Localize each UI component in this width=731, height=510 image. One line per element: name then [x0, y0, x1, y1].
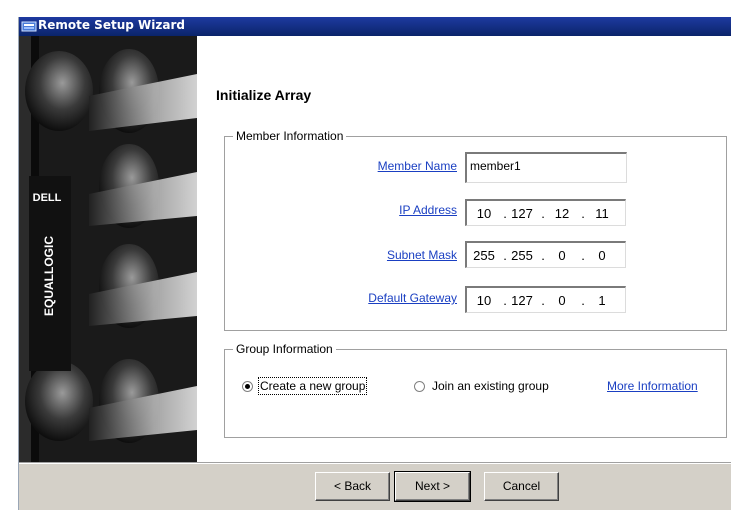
title-bar[interactable]: Remote Setup Wizard: [19, 17, 731, 36]
ip-dot: .: [581, 206, 585, 221]
join-group-label[interactable]: Join an existing group: [432, 379, 549, 393]
ip-octet-4: 11: [595, 206, 609, 221]
create-group-label[interactable]: Create a new group: [257, 377, 368, 395]
subnet-mask-input[interactable]: 255 . 255 . 0 . 0: [465, 241, 626, 268]
ip-octet-2: 127: [511, 206, 533, 221]
default-gateway-label[interactable]: Default Gateway: [317, 291, 457, 305]
equallogic-logo: EQUALLOGIC: [42, 236, 56, 316]
footer-separator: [19, 462, 731, 464]
page-heading: Initialize Array: [216, 87, 312, 103]
back-button[interactable]: < Back: [315, 472, 390, 501]
desktop-left-strip: [0, 0, 18, 510]
subnet-octet-4: 0: [598, 248, 606, 263]
ip-address-input[interactable]: 10 . 127 . 12 . 11: [465, 199, 626, 226]
join-group-radio[interactable]: [414, 381, 425, 392]
gateway-octet-3: 0: [558, 293, 566, 308]
ip-octet-1: 10: [476, 206, 492, 221]
cancel-button[interactable]: Cancel: [484, 472, 559, 501]
default-gateway-input[interactable]: 10 . 127 . 0 . 1: [465, 286, 626, 313]
dell-logo: DELL: [33, 192, 62, 204]
ip-dot: .: [541, 206, 545, 221]
next-button[interactable]: Next >: [394, 471, 471, 502]
member-name-label[interactable]: Member Name: [317, 159, 457, 173]
gateway-dot: .: [541, 293, 545, 308]
gateway-dot: .: [581, 293, 585, 308]
more-information-link[interactable]: More Information: [607, 379, 698, 393]
member-information-legend: Member Information: [236, 129, 344, 143]
subnet-octet-2: 255: [511, 248, 533, 263]
create-group-radio[interactable]: [242, 381, 253, 392]
ip-octet-3: 12: [554, 206, 570, 221]
subnet-mask-label[interactable]: Subnet Mask: [317, 248, 457, 262]
app-icon: [21, 21, 37, 32]
subnet-octet-3: 0: [558, 248, 566, 263]
gateway-octet-1: 10: [476, 293, 492, 308]
sidebar-banner: DELL EQUALLOGIC: [19, 36, 197, 462]
wizard-content: Initialize Array Member Information Memb…: [197, 36, 731, 462]
wizard-window: Remote Setup Wizard DELL EQUALLOGIC Init…: [18, 17, 731, 510]
ip-address-label[interactable]: IP Address: [317, 203, 457, 217]
subnet-dot: .: [541, 248, 545, 263]
window-title: Remote Setup Wizard: [38, 18, 185, 32]
gateway-octet-4: 1: [598, 293, 606, 308]
button-bar: < Back Next > Cancel: [19, 462, 731, 510]
gateway-octet-2: 127: [511, 293, 533, 308]
group-information-legend: Group Information: [236, 342, 333, 356]
subnet-octet-1: 255: [473, 248, 495, 263]
member-name-input[interactable]: member1: [465, 152, 627, 183]
storage-array-image: DELL EQUALLOGIC: [19, 36, 197, 462]
subnet-dot: .: [581, 248, 585, 263]
member-name-value: member1: [470, 159, 521, 173]
